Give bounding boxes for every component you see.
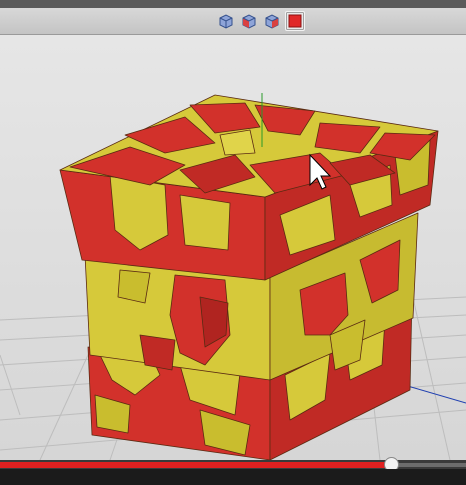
- progress-fill: [0, 462, 392, 468]
- video-progress-bar[interactable]: [0, 458, 466, 471]
- viewport-toolbar: [0, 8, 466, 35]
- cube-front-icon: [242, 14, 256, 29]
- window-title-strip: [0, 0, 466, 8]
- viewport-canvas: [0, 93, 466, 460]
- 3d-viewport[interactable]: [0, 35, 466, 460]
- front-view-button[interactable]: [239, 11, 259, 31]
- player-controls-bar: [0, 469, 466, 485]
- cube-outline-icon: [219, 14, 233, 29]
- perspective-view-button[interactable]: [216, 11, 236, 31]
- cube-solid-red-icon: [288, 14, 302, 28]
- shaded-view-button[interactable]: [285, 11, 305, 31]
- cube-side-icon: [265, 14, 279, 29]
- 3d-model: [59, 94, 439, 460]
- side-view-button[interactable]: [262, 11, 282, 31]
